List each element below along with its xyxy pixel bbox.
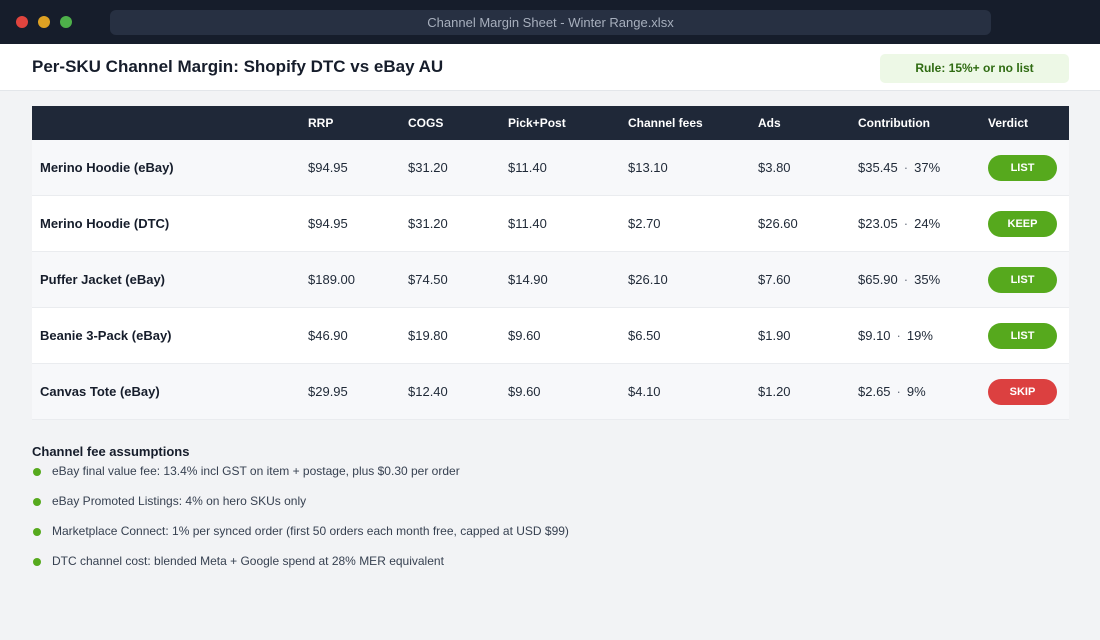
ads-value: $1.20	[758, 384, 791, 399]
ads-value: $3.80	[758, 160, 791, 175]
cogs-value: $19.80	[408, 328, 448, 343]
rrp-value: $189.00	[308, 272, 355, 287]
pick-post-value: $11.40	[508, 160, 547, 175]
note-text: Marketplace Connect: 1% per synced order…	[52, 524, 569, 538]
col-header-channel-fees: Channel fees	[628, 116, 703, 130]
pick-post-value: $14.90	[508, 272, 548, 287]
bullet-icon	[33, 498, 41, 506]
col-header-rrp: RRP	[308, 116, 334, 130]
table-row[interactable]: Merino Hoodie (DTC) $94.95 $31.20 $11.40…	[32, 196, 1069, 252]
contribution-amount: $35.45	[858, 160, 898, 175]
maximize-window-button[interactable]	[60, 16, 72, 28]
table-row[interactable]: Puffer Jacket (eBay) $189.00 $74.50 $14.…	[32, 252, 1069, 308]
contribution-margin: 19%	[906, 328, 933, 343]
sku-name: Canvas Tote (eBay)	[40, 384, 160, 399]
contribution-amount: $2.65	[858, 384, 891, 399]
table-row[interactable]: Merino Hoodie (eBay) $94.95 $31.20 $11.4…	[32, 140, 1069, 196]
rrp-value: $46.90	[308, 328, 348, 343]
bullet-icon	[33, 558, 41, 566]
channel-fees-value: $4.10	[628, 384, 661, 399]
contribution-value: $35.45 · 37%	[858, 140, 940, 196]
verdict-badge[interactable]: KEEP	[988, 211, 1057, 237]
contribution-margin: 9%	[906, 384, 926, 399]
pick-post-value: $9.60	[508, 328, 541, 343]
separator: ·	[903, 272, 909, 287]
list-item: eBay final value fee: 13.4% incl GST on …	[32, 461, 1069, 491]
rrp-value: $94.95	[308, 160, 348, 175]
note-text: DTC channel cost: blended Meta + Google …	[52, 554, 444, 568]
table-row[interactable]: Beanie 3-Pack (eBay) $46.90 $19.80 $9.60…	[32, 308, 1069, 364]
separator: ·	[896, 328, 901, 343]
bullet-icon	[33, 528, 41, 536]
verdict-badge[interactable]: LIST	[988, 267, 1057, 293]
note-text: eBay Promoted Listings: 4% on hero SKUs …	[52, 494, 307, 508]
channel-fees-value: $13.10	[628, 160, 668, 175]
window-title: Channel Margin Sheet - Winter Range.xlsx	[110, 10, 991, 35]
ads-value: $1.90	[758, 328, 791, 343]
channel-fees-value: $26.10	[628, 272, 668, 287]
rrp-value: $94.95	[308, 216, 348, 231]
col-header-pick-post: Pick+Post	[508, 116, 566, 130]
rrp-value: $29.95	[308, 384, 348, 399]
verdict-badge[interactable]: LIST	[988, 323, 1057, 349]
channel-fees-value: $2.70	[628, 216, 661, 231]
minimize-window-button[interactable]	[38, 16, 50, 28]
ads-value: $7.60	[758, 272, 791, 287]
contribution-value: $2.65 · 9%	[858, 364, 926, 420]
contribution-value: $23.05 · 24%	[858, 196, 940, 252]
pick-post-value: $9.60	[508, 384, 541, 399]
close-window-button[interactable]	[16, 16, 28, 28]
col-header-verdict: Verdict	[988, 116, 1029, 130]
cogs-value: $31.20	[408, 216, 448, 231]
list-item: eBay Promoted Listings: 4% on hero SKUs …	[32, 491, 1069, 521]
separator: ·	[903, 216, 909, 231]
table-header-row: RRP COGS Pick+Post Channel fees Ads Cont…	[32, 106, 1069, 140]
contribution-value: $9.10 · 19%	[858, 308, 933, 364]
contribution-margin: 35%	[914, 272, 941, 287]
page-header: Per-SKU Channel Margin: Shopify DTC vs e…	[0, 44, 1100, 91]
margin-table: RRP COGS Pick+Post Channel fees Ads Cont…	[32, 106, 1069, 420]
table-row[interactable]: Canvas Tote (eBay) $29.95 $12.40 $9.60 $…	[32, 364, 1069, 420]
col-header-cogs: COGS	[408, 116, 444, 130]
window-titlebar: Channel Margin Sheet - Winter Range.xlsx	[0, 0, 1100, 44]
notes-title: Channel fee assumptions	[32, 444, 190, 459]
cogs-value: $74.50	[408, 272, 448, 287]
pick-post-value: $11.40	[508, 216, 547, 231]
ads-value: $26.60	[758, 216, 798, 231]
contribution-amount: $9.10	[858, 328, 891, 343]
list-item: Marketplace Connect: 1% per synced order…	[32, 521, 1069, 551]
channel-fees-value: $6.50	[628, 328, 661, 343]
sku-name: Puffer Jacket (eBay)	[40, 272, 165, 287]
note-text: eBay final value fee: 13.4% incl GST on …	[52, 464, 460, 478]
separator: ·	[896, 384, 901, 399]
contribution-value: $65.90 · 35%	[858, 252, 940, 308]
bullet-icon	[33, 468, 41, 476]
col-header-contribution: Contribution	[858, 116, 930, 130]
list-item: DTC channel cost: blended Meta + Google …	[32, 551, 1069, 581]
sku-name: Beanie 3-Pack (eBay)	[40, 328, 172, 343]
contribution-amount: $23.05	[858, 216, 898, 231]
cogs-value: $12.40	[408, 384, 448, 399]
col-header-ads: Ads	[758, 116, 781, 130]
cogs-value: $31.20	[408, 160, 448, 175]
verdict-badge[interactable]: LIST	[988, 155, 1057, 181]
fee-assumptions: Channel fee assumptions eBay final value…	[32, 443, 1069, 581]
contribution-margin: 37%	[914, 160, 941, 175]
separator: ·	[903, 160, 909, 175]
contribution-margin: 24%	[914, 216, 941, 231]
rule-badge: Rule: 15%+ or no list	[880, 54, 1069, 83]
verdict-badge[interactable]: SKIP	[988, 379, 1057, 405]
sku-name: Merino Hoodie (eBay)	[40, 160, 174, 175]
page-title: Per-SKU Channel Margin: Shopify DTC vs e…	[32, 57, 444, 76]
sku-name: Merino Hoodie (DTC)	[40, 216, 170, 231]
contribution-amount: $65.90	[858, 272, 898, 287]
